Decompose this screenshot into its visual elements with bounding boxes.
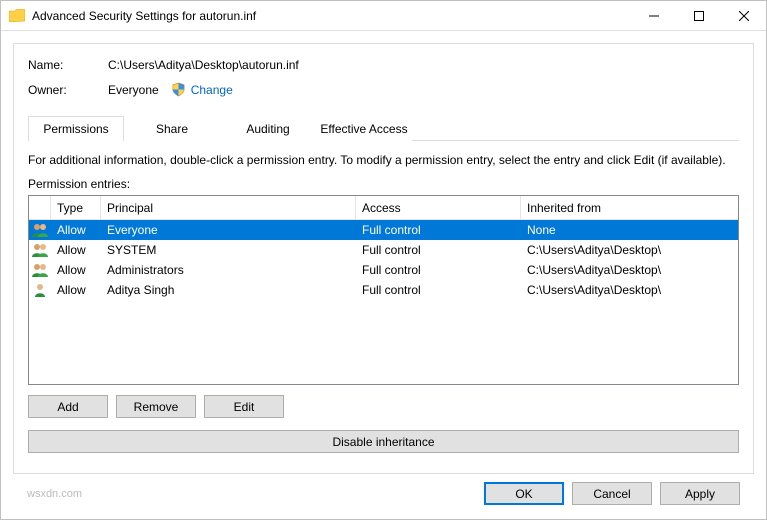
disable-inheritance-button[interactable]: Disable inheritance <box>28 430 739 453</box>
owner-label: Owner: <box>28 83 108 97</box>
cell-principal: SYSTEM <box>101 243 356 257</box>
cell-access: Full control <box>356 283 521 297</box>
entry-buttons: Add Remove Edit <box>28 395 739 418</box>
remove-button[interactable]: Remove <box>116 395 196 418</box>
table-row[interactable]: AllowEveryoneFull controlNone <box>29 220 738 240</box>
cell-principal: Aditya Singh <box>101 283 356 297</box>
footer: wsxdn.com OK Cancel Apply <box>13 474 754 515</box>
grid-header: Type Principal Access Inherited from <box>29 196 738 220</box>
tab-auditing[interactable]: Auditing <box>220 116 316 141</box>
cell-inherited: C:\Users\Aditya\Desktop\ <box>521 243 738 257</box>
table-row[interactable]: AllowAdministratorsFull controlC:\Users\… <box>29 260 738 280</box>
cell-access: Full control <box>356 243 521 257</box>
cell-principal: Administrators <box>101 263 356 277</box>
owner-value: Everyone <box>108 83 159 97</box>
tab-permissions[interactable]: Permissions <box>28 116 124 141</box>
add-button[interactable]: Add <box>28 395 108 418</box>
cancel-button[interactable]: Cancel <box>572 482 652 505</box>
col-principal[interactable]: Principal <box>101 196 356 219</box>
panel: Name: C:\Users\Aditya\Desktop\autorun.in… <box>13 43 754 474</box>
edit-button[interactable]: Edit <box>204 395 284 418</box>
cell-access: Full control <box>356 223 521 237</box>
cell-type: Allow <box>51 243 101 257</box>
ok-button[interactable]: OK <box>484 482 564 505</box>
maximize-button[interactable] <box>676 1 721 30</box>
table-row[interactable]: AllowSYSTEMFull controlC:\Users\Aditya\D… <box>29 240 738 260</box>
shield-icon <box>171 82 186 97</box>
tab-effective-access[interactable]: Effective Access <box>316 116 412 141</box>
disable-row: Disable inheritance <box>28 430 739 453</box>
col-icon[interactable] <box>29 196 51 219</box>
cell-inherited: C:\Users\Aditya\Desktop\ <box>521 283 738 297</box>
window-title: Advanced Security Settings for autorun.i… <box>32 9 631 23</box>
minimize-button[interactable] <box>631 1 676 30</box>
change-owner-link[interactable]: Change <box>191 83 233 97</box>
principal-icon <box>29 262 51 278</box>
folder-icon <box>9 9 25 22</box>
name-label: Name: <box>28 58 108 72</box>
cell-type: Allow <box>51 283 101 297</box>
window: Advanced Security Settings for autorun.i… <box>0 0 767 520</box>
principal-icon <box>29 222 51 238</box>
name-value: C:\Users\Aditya\Desktop\autorun.inf <box>108 58 299 72</box>
permission-entries-label: Permission entries: <box>28 177 739 191</box>
cell-inherited: None <box>521 223 738 237</box>
apply-button[interactable]: Apply <box>660 482 740 505</box>
titlebar: Advanced Security Settings for autorun.i… <box>1 1 766 31</box>
principal-icon <box>29 242 51 258</box>
col-inherited[interactable]: Inherited from <box>521 196 738 219</box>
cell-access: Full control <box>356 263 521 277</box>
close-button[interactable] <box>721 1 766 30</box>
tabs: Permissions Share Auditing Effective Acc… <box>28 115 739 141</box>
principal-icon <box>29 282 51 298</box>
owner-row: Owner: Everyone Change <box>28 82 739 97</box>
cell-type: Allow <box>51 263 101 277</box>
table-row[interactable]: AllowAditya SinghFull controlC:\Users\Ad… <box>29 280 738 300</box>
permission-grid: Type Principal Access Inherited from All… <box>28 195 739 385</box>
cell-type: Allow <box>51 223 101 237</box>
description-text: For additional information, double-click… <box>28 153 739 167</box>
col-access[interactable]: Access <box>356 196 521 219</box>
content: Name: C:\Users\Aditya\Desktop\autorun.in… <box>1 31 766 519</box>
col-type[interactable]: Type <box>51 196 101 219</box>
cell-principal: Everyone <box>101 223 356 237</box>
name-row: Name: C:\Users\Aditya\Desktop\autorun.in… <box>28 58 739 72</box>
cell-inherited: C:\Users\Aditya\Desktop\ <box>521 263 738 277</box>
watermark: wsxdn.com <box>27 488 476 500</box>
tab-share[interactable]: Share <box>124 116 220 141</box>
